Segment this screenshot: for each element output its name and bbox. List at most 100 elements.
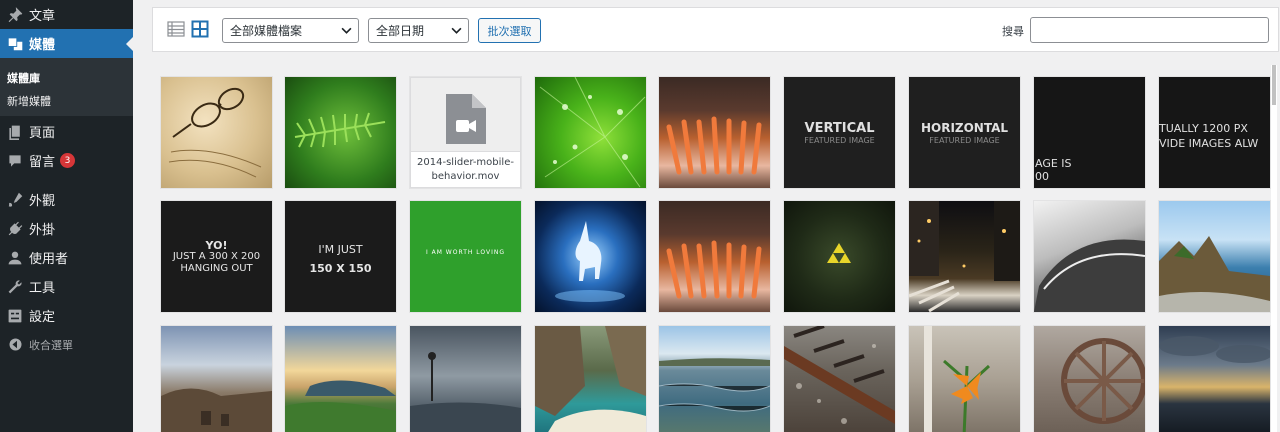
misty-shore-icon	[410, 352, 521, 432]
menu-item-appearance[interactable]: 外觀	[0, 185, 133, 214]
date-filter[interactable]: 全部日期	[368, 18, 469, 43]
rocky-beach-icon	[161, 388, 272, 432]
sunset-bay-icon	[285, 380, 396, 432]
placeholder-subtitle: FEATURED IMAGE	[804, 136, 875, 145]
wagon-wheel-icon	[1034, 338, 1145, 432]
cove-icon	[535, 326, 646, 432]
boat-icon	[1034, 239, 1145, 312]
media-tile[interactable]	[659, 201, 770, 312]
media-icon	[4, 33, 26, 55]
menu-item-posts[interactable]: 文章	[0, 0, 133, 29]
menu-item-settings[interactable]: 設定	[0, 301, 133, 330]
menu-label: 外掛	[29, 223, 56, 238]
appearance-icon	[4, 189, 26, 211]
media-tile[interactable]	[659, 77, 770, 188]
media-tile[interactable]	[1159, 201, 1270, 312]
pin-icon	[4, 4, 26, 26]
coastal-rocks-icon	[1159, 236, 1270, 312]
media-tile-placeholder[interactable]: AGE IS 00	[1034, 77, 1145, 188]
media-tile-placeholder[interactable]: I'M JUST 150 X 150	[285, 201, 396, 312]
media-submenu: 媒體庫 新增媒體	[0, 58, 133, 116]
railroad-icon	[784, 326, 895, 432]
placeholder-line: I'M JUST	[318, 243, 363, 256]
search-label: 搜尋	[1002, 25, 1024, 38]
media-tile[interactable]	[909, 201, 1020, 312]
comment-count-badge: 3	[60, 153, 76, 168]
placeholder-title: VERTICAL	[804, 121, 875, 136]
media-tile[interactable]	[784, 326, 895, 432]
media-tile[interactable]	[535, 201, 646, 312]
media-tile-placeholder[interactable]: TUALLY 1200 PX VIDE IMAGES ALW	[1159, 77, 1270, 188]
pages-icon	[4, 121, 26, 143]
media-tile[interactable]	[285, 326, 396, 432]
grid-view-icon[interactable]	[191, 20, 209, 38]
chevron-down-icon	[341, 25, 352, 39]
scrollbar[interactable]	[1268, 65, 1280, 432]
placeholder-text: AGE IS 00	[1035, 157, 1072, 183]
placeholder-line: I AM WORTH LOVING	[425, 249, 506, 256]
media-tile[interactable]	[784, 201, 895, 312]
media-tile-file[interactable]: 2014-slider-mobile-behavior.mov	[410, 77, 521, 188]
media-tile-placeholder[interactable]: HORIZONTAL FEATURED IMAGE	[909, 77, 1020, 188]
menu-item-pages[interactable]: 頁面	[0, 117, 133, 146]
file-name-caption: 2014-slider-mobile-behavior.mov	[411, 151, 520, 187]
submenu-item-library[interactable]: 媒體庫	[7, 70, 40, 86]
media-type-filter-value: 全部媒體檔案	[230, 24, 303, 38]
admin-sidebar: 文章 媒體 媒體庫 新增媒體 頁面 留言 3 外觀 外掛 使用者 工具 設定 收…	[0, 0, 133, 432]
media-tile[interactable]	[909, 326, 1020, 432]
placeholder-subtitle: FEATURED IMAGE	[929, 136, 1000, 145]
media-tile[interactable]	[535, 77, 646, 188]
media-tile[interactable]	[1159, 326, 1270, 432]
media-tile[interactable]	[161, 326, 272, 432]
menu-label: 工具	[29, 281, 56, 296]
menu-label: 文章	[29, 9, 56, 24]
menu-label: 外觀	[29, 194, 56, 209]
users-icon	[4, 247, 26, 269]
media-tile[interactable]	[1034, 326, 1145, 432]
date-filter-value: 全部日期	[376, 24, 425, 38]
menu-item-tools[interactable]: 工具	[0, 272, 133, 301]
media-tile[interactable]	[161, 77, 272, 188]
media-tile[interactable]	[535, 326, 646, 432]
media-tile-placeholder[interactable]: I AM WORTH LOVING	[410, 201, 521, 312]
placeholder-text: TUALLY 1200 PX VIDE IMAGES ALW	[1159, 121, 1258, 151]
chevron-down-icon	[451, 25, 462, 39]
media-tile[interactable]	[285, 77, 396, 188]
menu-label: 留言	[29, 155, 56, 170]
menu-item-media[interactable]: 媒體	[0, 29, 133, 58]
comments-icon	[4, 150, 26, 172]
collapse-label: 收合選單	[29, 338, 73, 352]
list-view-icon[interactable]	[167, 20, 185, 38]
menu-item-comments[interactable]: 留言 3	[0, 146, 133, 175]
fern-icon	[285, 112, 396, 188]
media-type-filter[interactable]: 全部媒體檔案	[222, 18, 359, 43]
menu-item-plugins[interactable]: 外掛	[0, 214, 133, 243]
water-drops-icon	[535, 77, 646, 188]
search-input[interactable]	[1030, 17, 1269, 43]
bulk-select-button[interactable]: 批次選取	[478, 18, 541, 43]
triforce-icon	[784, 243, 895, 312]
unicorn-icon	[535, 221, 646, 312]
menu-item-users[interactable]: 使用者	[0, 243, 133, 272]
shallow-sea-icon	[659, 358, 770, 432]
placeholder-line: TUALLY 1200 PX	[1159, 122, 1248, 135]
media-tile-placeholder[interactable]: VERTICAL FEATURED IMAGE	[784, 77, 895, 188]
media-tile-placeholder[interactable]: YO! JUST A 300 X 200 HANGING OUT	[161, 201, 272, 312]
placeholder-line: 150 X 150	[309, 262, 372, 275]
city-street-icon	[909, 201, 1020, 312]
submenu-item-add-new[interactable]: 新增媒體	[7, 93, 51, 109]
menu-label: 媒體	[29, 38, 56, 53]
media-tile[interactable]	[659, 326, 770, 432]
placeholder-line: HANGING OUT	[180, 263, 253, 274]
coral-icon	[659, 240, 770, 312]
coral-icon	[659, 116, 770, 188]
menu-label: 使用者	[29, 252, 69, 267]
cloudy-sky-icon	[1159, 336, 1270, 432]
placeholder-line: 00	[1035, 170, 1049, 183]
collapse-menu-button[interactable]: 收合選單	[0, 330, 133, 359]
media-tile[interactable]	[410, 326, 521, 432]
media-tile[interactable]	[1034, 201, 1145, 312]
plugins-icon	[4, 218, 26, 240]
menu-label: 頁面	[29, 126, 56, 141]
eyeglasses-icon	[161, 87, 272, 188]
